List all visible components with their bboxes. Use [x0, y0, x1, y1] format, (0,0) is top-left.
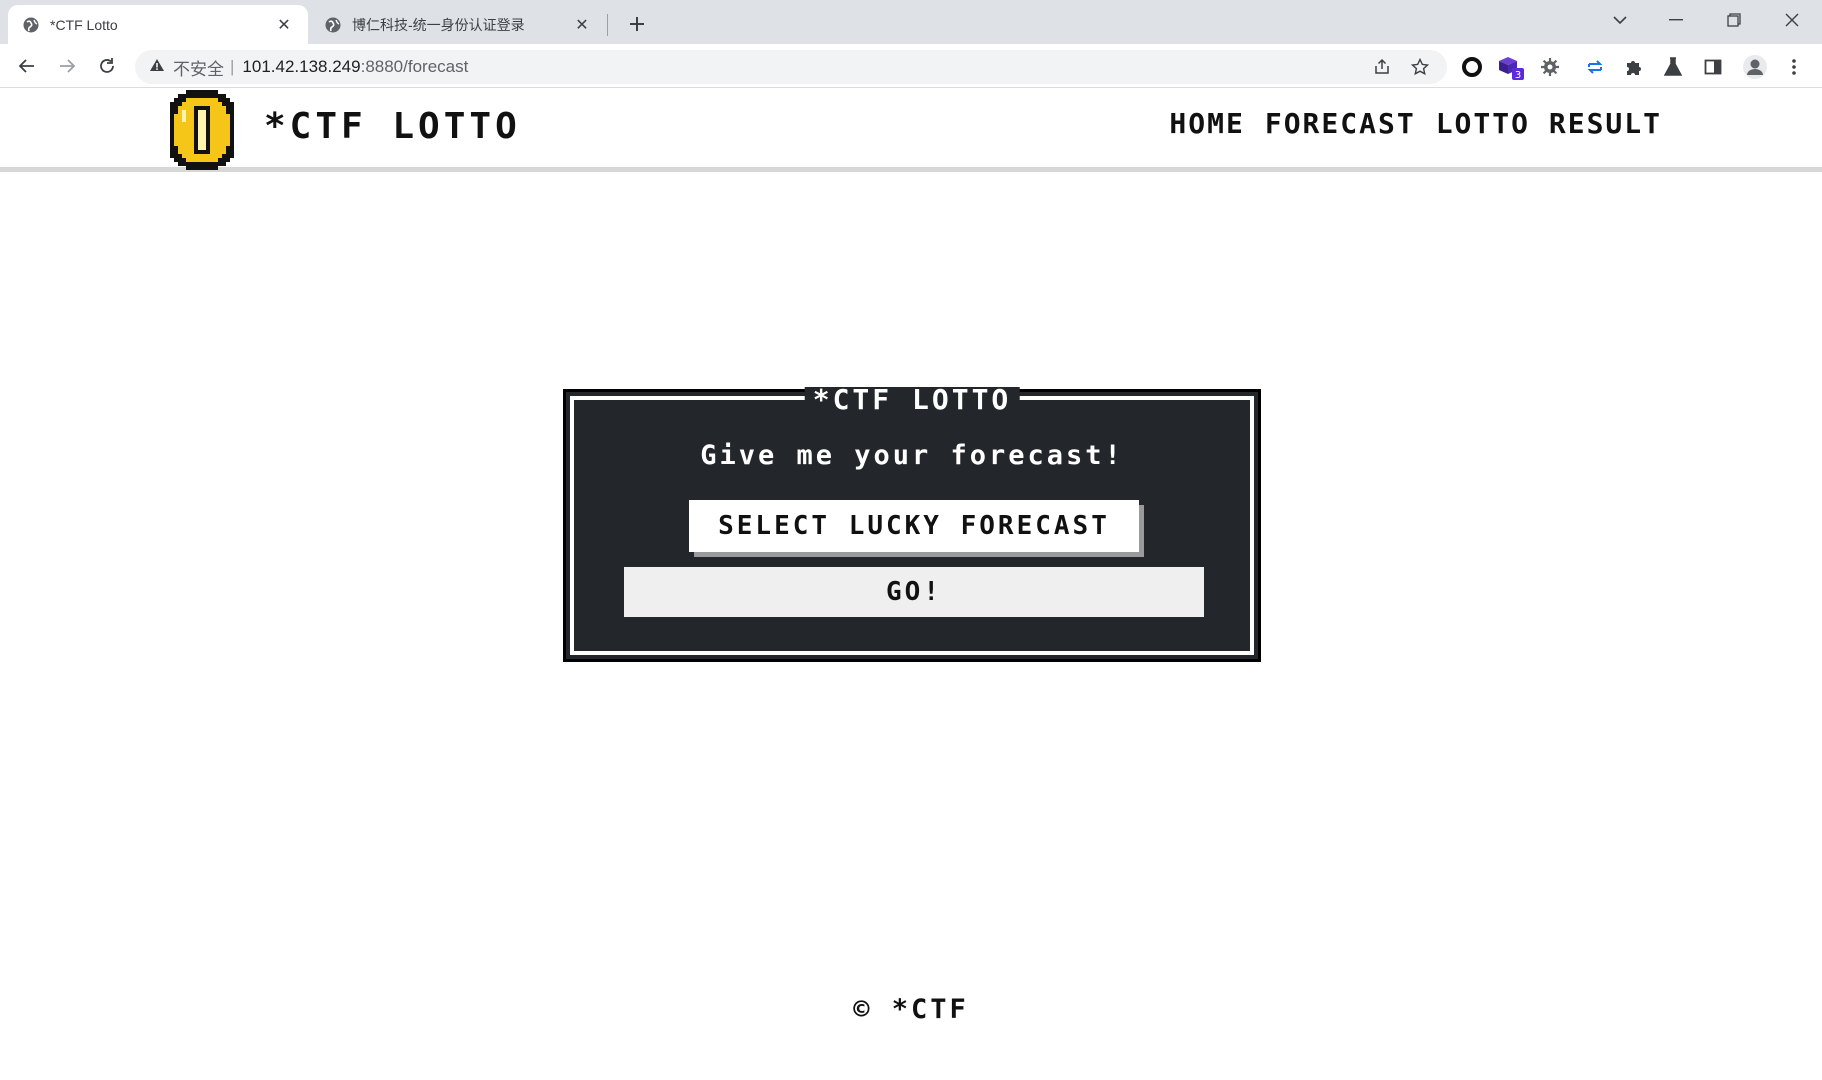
back-icon[interactable] — [12, 51, 42, 81]
footer-copyright: © *CTF — [853, 994, 969, 1025]
globe-icon — [324, 16, 342, 34]
extension-ring-icon[interactable] — [1458, 53, 1486, 81]
forecast-prompt: Give me your forecast! — [700, 440, 1124, 471]
restore-icon[interactable] — [1706, 0, 1762, 40]
tab-divider — [607, 14, 608, 36]
site-nav: HOME FORECAST LOTTO RESULT — [1169, 107, 1662, 140]
coin-logo-icon[interactable] — [166, 89, 238, 171]
site-brand[interactable]: *CTF LOTTO — [264, 106, 521, 147]
globe-icon — [22, 16, 40, 34]
new-tab-button[interactable] — [622, 9, 652, 39]
tab-borun-login[interactable]: 博仁科技-统一身份认证登录 ✕ — [310, 5, 606, 44]
close-tab-icon[interactable]: ✕ — [572, 15, 592, 35]
select-lucky-forecast-button[interactable]: SELECT LUCKY FORECAST — [689, 500, 1139, 552]
nav-forecast[interactable]: FORECAST — [1265, 107, 1416, 140]
minimize-icon[interactable] — [1648, 0, 1704, 40]
extensions-puzzle-icon[interactable] — [1620, 53, 1648, 81]
tab-title: *CTF Lotto — [50, 16, 118, 33]
browser-toolbar: 不安全 | 101.42.138.249:8880/forecast 3 — [0, 44, 1822, 88]
labs-flask-icon[interactable] — [1659, 53, 1687, 81]
url-path: :8880/forecast — [360, 57, 469, 76]
address-bar[interactable]: 不安全 | 101.42.138.249:8880/forecast — [135, 50, 1447, 84]
url-separator: | — [230, 57, 235, 76]
side-panel-icon[interactable] — [1699, 53, 1727, 81]
bookmark-star-icon[interactable] — [1405, 50, 1435, 84]
forecast-panel-frame: *CTF LOTTO Give me your forecast! SELECT… — [570, 386, 1254, 655]
extension-badge: 3 — [1515, 70, 1521, 80]
browser-tabstrip: *CTF Lotto ✕ 博仁科技-统一身份认证登录 ✕ — [0, 0, 1822, 44]
url-host: 101.42.138.249 — [242, 57, 361, 76]
profile-avatar-icon[interactable] — [1741, 53, 1769, 81]
nav-lotto-result[interactable]: LOTTO RESULT — [1436, 107, 1662, 140]
extension-gear-icon[interactable] — [1536, 53, 1564, 81]
page: *CTF LOTTO HOME FORECAST LOTTO RESULT *C… — [0, 89, 1822, 1080]
share-icon[interactable] — [1367, 50, 1397, 84]
extension-cube-icon[interactable]: 3 — [1497, 53, 1525, 81]
panel-title: *CTF LOTTO — [804, 386, 1020, 414]
site-header: *CTF LOTTO HOME FORECAST LOTTO RESULT — [0, 89, 1822, 172]
forecast-panel: *CTF LOTTO Give me your forecast! SELECT… — [563, 386, 1261, 662]
menu-kebab-icon[interactable] — [1780, 53, 1808, 81]
go-button[interactable]: GO! — [624, 567, 1204, 617]
insecure-label[interactable]: 不安全 — [173, 55, 224, 80]
tab-ctf-lotto[interactable]: *CTF Lotto ✕ — [8, 5, 308, 44]
extension-arrows-icon[interactable] — [1581, 53, 1609, 81]
forward-icon[interactable] — [52, 51, 82, 81]
reload-icon[interactable] — [92, 51, 122, 81]
close-window-icon[interactable] — [1764, 0, 1820, 40]
tab-search-icon[interactable] — [1592, 0, 1648, 40]
nav-home[interactable]: HOME — [1169, 107, 1244, 140]
close-tab-icon[interactable]: ✕ — [274, 15, 294, 35]
warning-icon[interactable] — [149, 57, 165, 78]
tab-title: 博仁科技-统一身份认证登录 — [352, 16, 525, 33]
